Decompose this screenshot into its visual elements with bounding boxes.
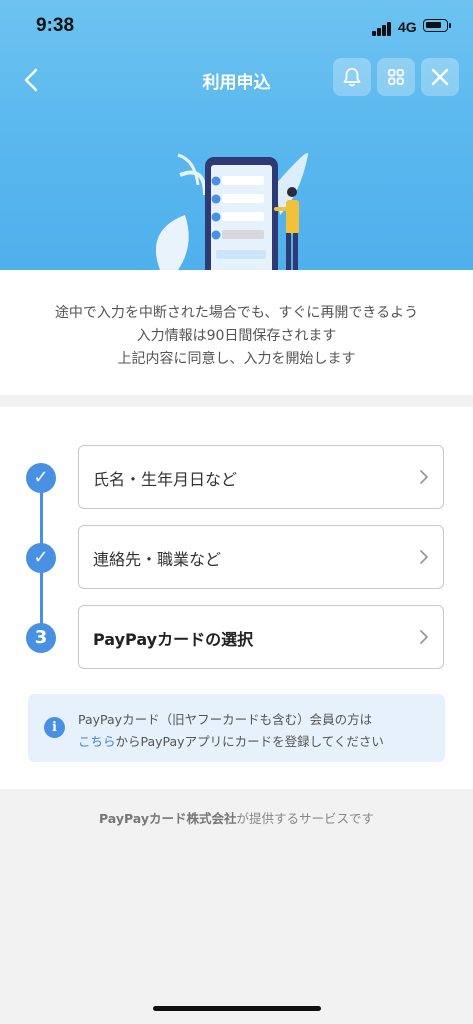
status-bar: 9:38 4G (0, 0, 473, 48)
close-icon (431, 68, 449, 86)
info-icon: i (44, 717, 65, 738)
step-number-badge: 3 (26, 623, 56, 653)
chevron-right-icon (420, 470, 428, 484)
steps-section: ✓ 氏名・生年月日など ✓ 連絡先・職業など 3 PayPayカードの選択 i … (0, 407, 473, 789)
info-notice: i PayPayカード（旧ヤフーカードも含む）会員の方は こちらからPayPay… (28, 694, 445, 762)
intro-section: 途中で入力を中断された場合でも、すぐに再開できるよう 入力情報は90日間保存され… (0, 270, 473, 395)
form-illustration (155, 153, 309, 270)
grid-icon (388, 69, 404, 85)
step-name-birthdate[interactable]: 氏名・生年月日など (78, 445, 444, 509)
status-time: 9:38 (36, 15, 75, 36)
menu-grid-button[interactable] (377, 58, 415, 96)
close-button[interactable] (421, 58, 459, 96)
notice-line1: PayPayカード（旧ヤフーカードも含む）会員の方は (78, 712, 373, 727)
footer-suffix: が提供するサービスです (236, 811, 375, 826)
footer-credit: PayPayカード株式会社が提供するサービスです (0, 808, 473, 827)
step-label: PayPayカードの選択 (93, 630, 254, 649)
notification-button[interactable] (333, 58, 371, 96)
network-label: 4G (398, 19, 417, 35)
notice-line2-text: からPayPayアプリにカードを登録してください (115, 734, 384, 749)
step-contact-occupation[interactable]: 連絡先・職業など (78, 525, 444, 589)
step-label: 連絡先・職業など (93, 550, 222, 569)
bell-icon (343, 68, 361, 87)
intro-line: 途中で入力を中断された場合でも、すぐに再開できるよう (54, 305, 419, 321)
footer-company: PayPayカード株式会社 (98, 811, 237, 826)
header-hero: 9:38 4G 利用申込 (0, 0, 473, 270)
intro-line: 入力情報は90日間保存されます (136, 328, 337, 344)
step-done-icon: ✓ (26, 543, 56, 573)
chevron-right-icon (420, 630, 428, 644)
signal-icon (372, 22, 394, 36)
battery-icon (423, 19, 451, 32)
step-label: 氏名・生年月日など (93, 470, 238, 489)
intro-line: 上記内容に同意し、入力を開始します (117, 351, 356, 367)
notice-line2: こちらからPayPayアプリにカードを登録してください (78, 731, 384, 750)
step-done-icon: ✓ (26, 463, 56, 493)
step-card-selection[interactable]: PayPayカードの選択 (78, 605, 444, 669)
chevron-right-icon (420, 550, 428, 564)
notice-link[interactable]: こちら (78, 734, 116, 749)
home-indicator[interactable] (153, 1006, 321, 1011)
